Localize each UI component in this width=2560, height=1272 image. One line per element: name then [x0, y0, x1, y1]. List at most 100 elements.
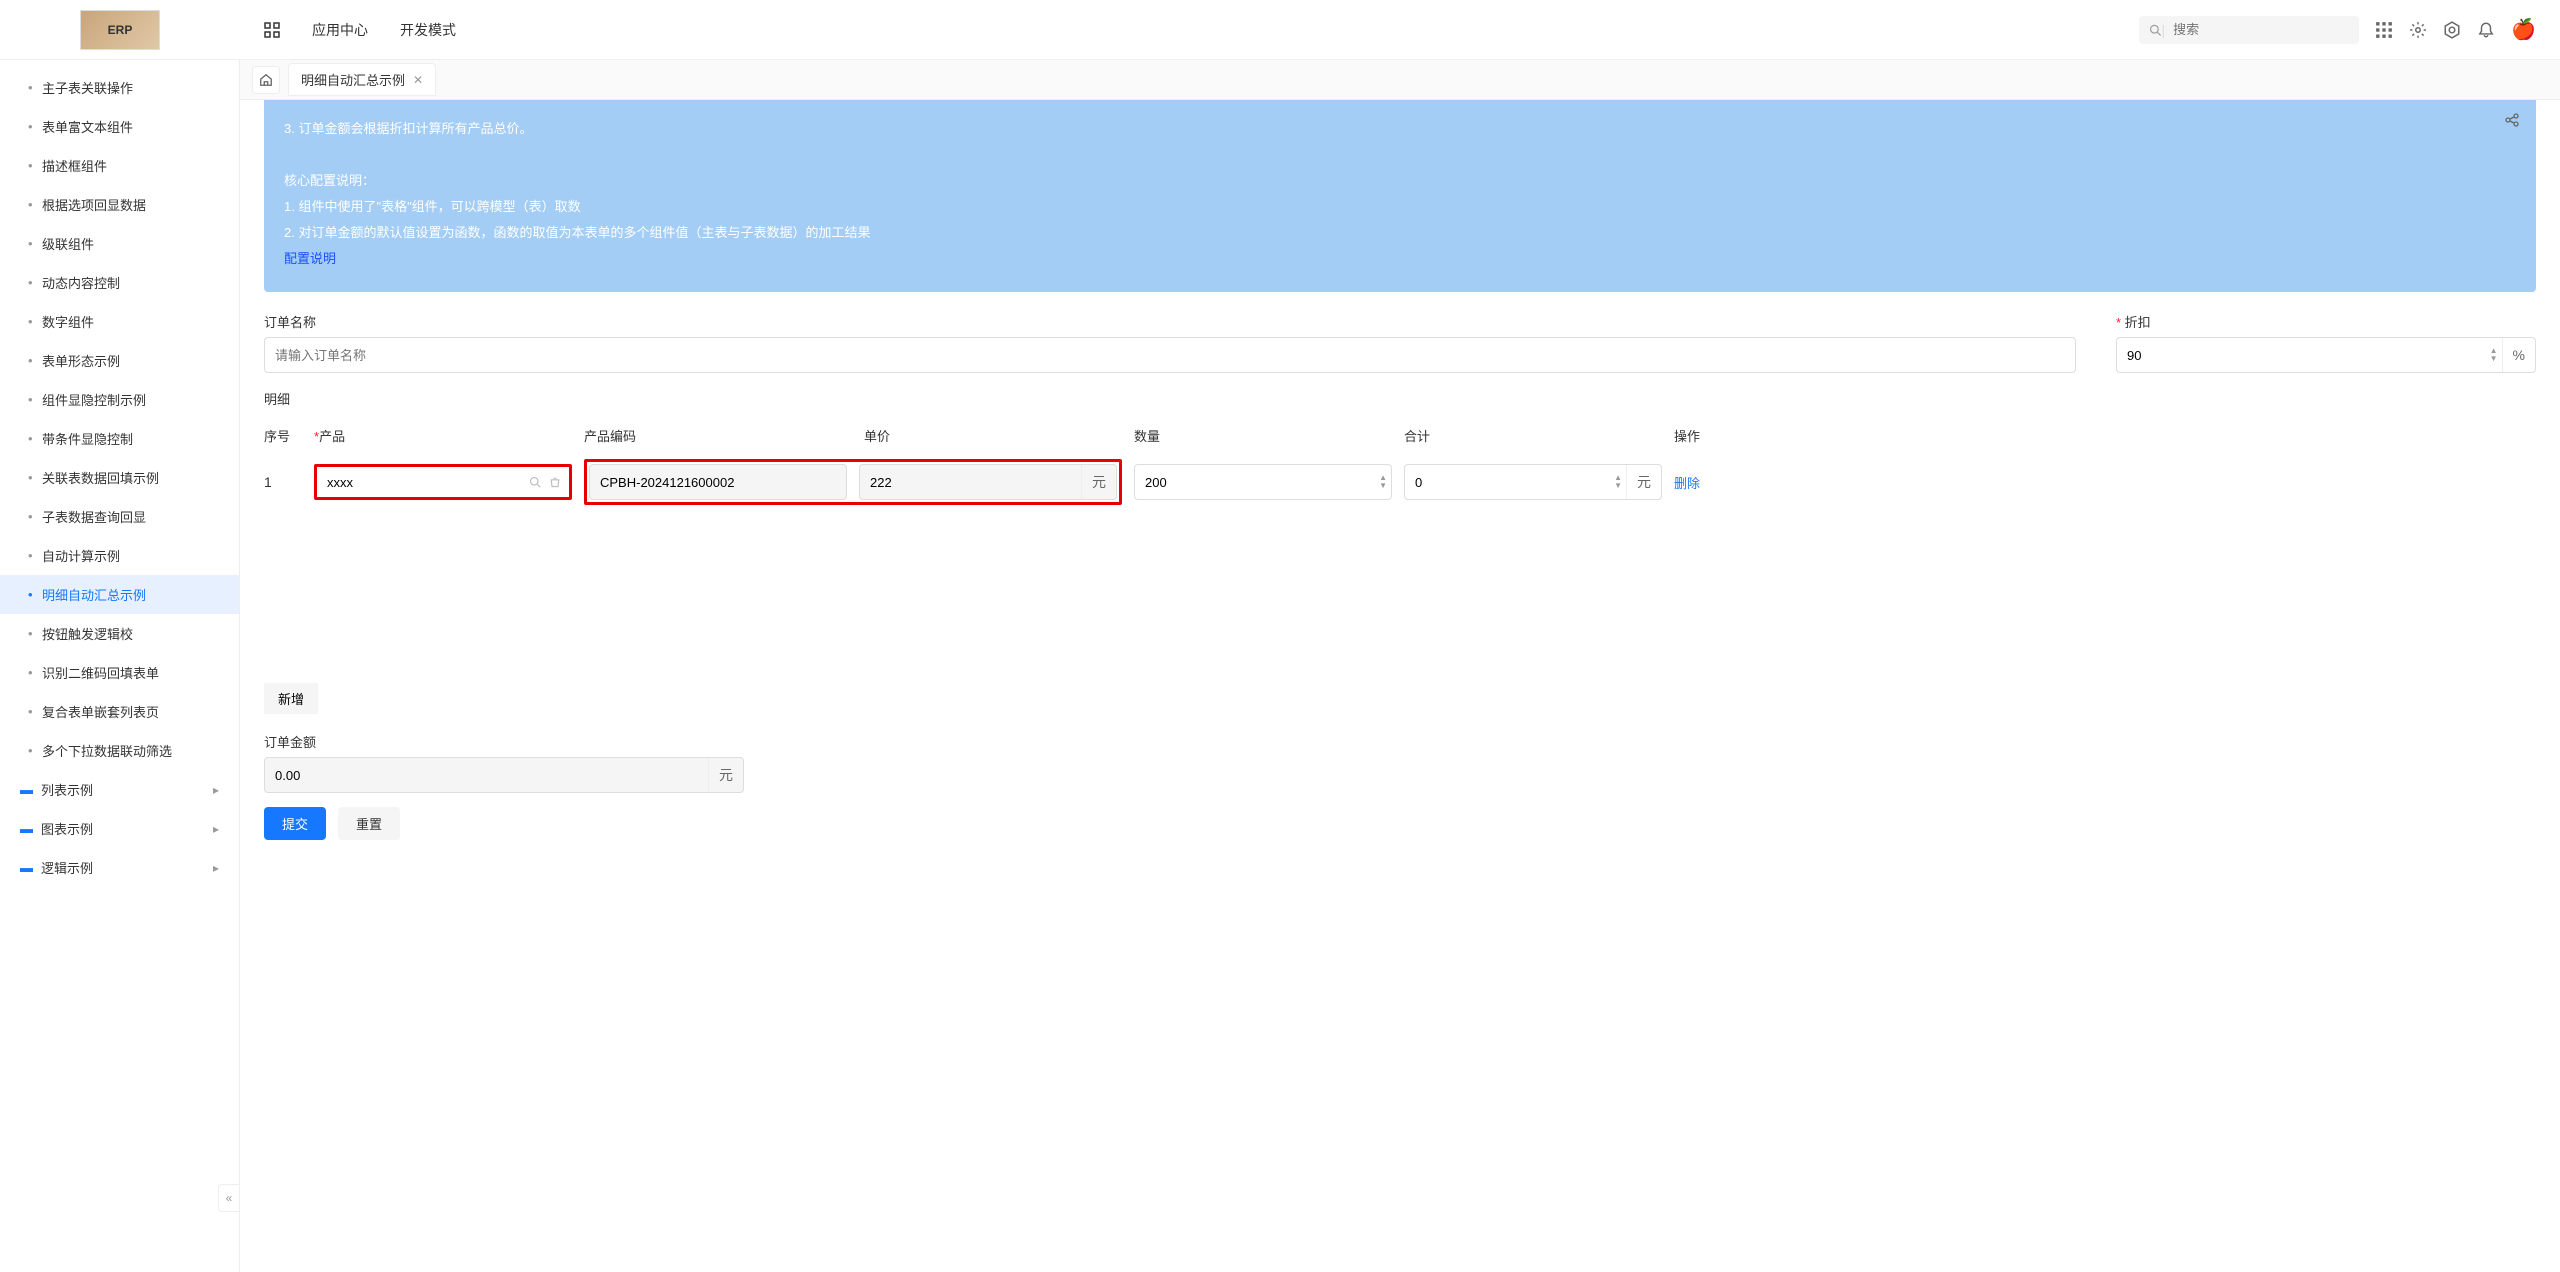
sidebar-item[interactable]: 关联表数据回填示例	[0, 458, 239, 497]
sidebar-item[interactable]: 子表数据查询回显	[0, 497, 239, 536]
discount-input[interactable]	[2117, 348, 2490, 363]
home-icon	[259, 73, 273, 87]
product-input[interactable]	[317, 475, 529, 490]
sidebar-item[interactable]: 多个下拉数据联动筛选	[0, 731, 239, 770]
banner-core2: 2. 对订单金额的默认值设置为函数，函数的取值为本表单的多个组件值（主表与子表数…	[284, 220, 2516, 246]
detail-section-label: 明细	[264, 389, 2536, 408]
product-input-highlighted[interactable]	[314, 464, 572, 500]
sidebar-folder[interactable]: ▬ 图表示例 ▸	[0, 809, 239, 848]
search-box[interactable]: |	[2139, 16, 2359, 44]
nav-dev-mode[interactable]: 开发模式	[400, 20, 456, 40]
discount-stepper[interactable]: ▲▼	[2490, 347, 2502, 363]
gear-icon[interactable]	[2409, 21, 2427, 39]
total-stepper[interactable]: ▲▼	[1614, 474, 1626, 490]
col-total: 合计	[1404, 426, 1674, 445]
bell-icon[interactable]	[2477, 21, 2495, 39]
add-row-button[interactable]: 新增	[264, 683, 318, 714]
logo[interactable]: ERP	[80, 10, 160, 50]
total-input[interactable]	[1405, 475, 1614, 490]
product-code-field	[589, 464, 847, 500]
banner-core-title: 核心配置说明：	[284, 168, 2516, 194]
sidebar-item[interactable]: 动态内容控制	[0, 263, 239, 302]
sidebar-collapse-button[interactable]: «	[218, 1184, 240, 1212]
col-action: 操作	[1674, 426, 2536, 445]
banner-core1: 1. 组件中使用了"表格"组件，可以跨模型（表）取数	[284, 194, 2516, 220]
sidebar: 主子表关联操作 表单富文本组件 描述框组件 根据选项回显数据 级联组件 动态内容…	[0, 60, 240, 1272]
code-price-highlighted-group: 元	[584, 459, 1122, 505]
sidebar-item[interactable]: 描述框组件	[0, 146, 239, 185]
sidebar-item[interactable]: 复合表单嵌套列表页	[0, 692, 239, 731]
clear-icon[interactable]	[549, 476, 561, 488]
tab-bar: 明细自动汇总示例 ✕	[240, 60, 2560, 100]
header-right: | 🍎	[2139, 16, 2560, 44]
lookup-icon[interactable]	[529, 476, 541, 488]
sidebar-item[interactable]: 根据选项回显数据	[0, 185, 239, 224]
folder-icon: ▬	[20, 821, 33, 836]
row-seq: 1	[264, 474, 314, 490]
sidebar-item[interactable]: 表单富文本组件	[0, 107, 239, 146]
top-header: ERP 应用中心 开发模式 | 🍎	[0, 0, 2560, 60]
step-down-icon[interactable]: ▼	[1379, 482, 1387, 490]
sidebar-folder[interactable]: ▬逻辑示例 ▸	[0, 848, 239, 887]
order-amount-label: 订单金额	[264, 732, 744, 751]
tab-close-icon[interactable]: ✕	[413, 73, 423, 87]
tab-title: 明细自动汇总示例	[301, 70, 405, 89]
step-down-icon[interactable]: ▼	[1614, 482, 1622, 490]
tab-active[interactable]: 明细自动汇总示例 ✕	[288, 63, 436, 96]
settings-outline-icon[interactable]	[2443, 21, 2461, 39]
sidebar-folder[interactable]: ▬列表示例 ▸	[0, 770, 239, 809]
discount-label: 折扣	[2116, 312, 2536, 331]
info-banner: 3. 订单金额会根据折扣计算所有产品总价。 核心配置说明： 1. 组件中使用了"…	[264, 100, 2536, 292]
sidebar-item[interactable]: 自动计算示例	[0, 536, 239, 575]
folder-label: 图表示例	[41, 819, 93, 838]
price-field: 元	[859, 464, 1117, 500]
folder-icon: ▬	[20, 860, 33, 875]
delete-row-link[interactable]: 删除	[1674, 476, 1700, 491]
order-amount-input	[265, 768, 708, 783]
sidebar-item[interactable]: 表单形态示例	[0, 341, 239, 380]
sidebar-item[interactable]: 按钮触发逻辑校	[0, 614, 239, 653]
sidebar-item-active[interactable]: 明细自动汇总示例	[0, 575, 239, 614]
reset-button[interactable]: 重置	[338, 807, 400, 840]
grid-apps-icon[interactable]	[2375, 21, 2393, 39]
order-name-input[interactable]	[265, 348, 2075, 363]
share-icon[interactable]	[2504, 112, 2520, 128]
product-code-input	[590, 475, 846, 490]
col-seq: 序号	[264, 426, 314, 445]
folder-label: 逻辑示例	[41, 858, 93, 877]
nav-app-center[interactable]: 应用中心	[312, 20, 368, 40]
col-qty: 数量	[1134, 426, 1404, 445]
sidebar-item[interactable]: 主子表关联操作	[0, 68, 239, 107]
search-icon	[2149, 23, 2161, 37]
user-avatar-icon[interactable]: 🍎	[2511, 17, 2536, 42]
submit-button[interactable]: 提交	[264, 807, 326, 840]
total-unit: 元	[1626, 465, 1661, 499]
sidebar-item[interactable]: 数字组件	[0, 302, 239, 341]
home-tab[interactable]	[252, 66, 280, 94]
chevron-right-icon: ▸	[213, 783, 219, 797]
price-input	[860, 475, 1081, 490]
step-down-icon[interactable]: ▼	[2490, 355, 2498, 363]
discount-unit: %	[2502, 338, 2535, 372]
config-link[interactable]: 配置说明	[284, 246, 2516, 272]
order-name-label: 订单名称	[264, 312, 2076, 331]
search-input[interactable]	[2173, 22, 2349, 37]
apps-grid-icon[interactable]	[264, 22, 280, 38]
folder-label: 列表示例	[41, 780, 93, 799]
sidebar-item[interactable]: 识别二维码回填表单	[0, 653, 239, 692]
col-price: 单价	[864, 426, 1134, 445]
col-product: *产品	[314, 426, 584, 445]
sidebar-item[interactable]: 带条件显隐控制	[0, 419, 239, 458]
price-unit: 元	[1081, 465, 1116, 499]
chevron-right-icon: ▸	[213, 822, 219, 836]
sidebar-item[interactable]: 组件显隐控制示例	[0, 380, 239, 419]
col-code: 产品编码	[584, 426, 864, 445]
order-amount-unit: 元	[708, 758, 743, 792]
qty-stepper[interactable]: ▲▼	[1379, 474, 1391, 490]
content: 明细自动汇总示例 ✕ 3. 订单金额会根据折扣计算所有产品总价。 核心配置说明：…	[240, 60, 2560, 1272]
sidebar-item[interactable]: 级联组件	[0, 224, 239, 263]
nav-links: 应用中心 开发模式	[240, 20, 2139, 40]
detail-row: 1	[264, 453, 2536, 511]
detail-header: 序号 *产品 产品编码 单价 数量 合计 操作	[264, 418, 2536, 453]
qty-input[interactable]	[1135, 475, 1379, 490]
